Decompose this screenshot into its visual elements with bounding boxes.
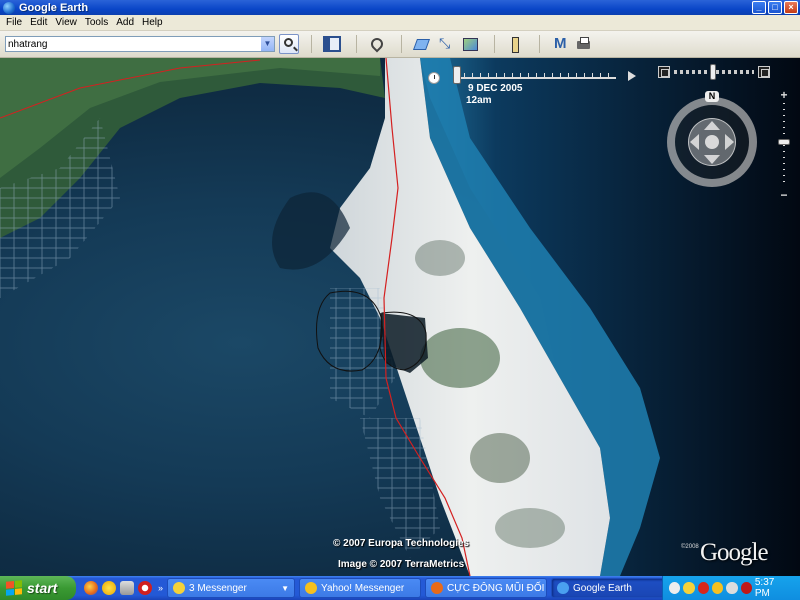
taskbar-item-messenger-group[interactable]: 3 Messenger ▼	[167, 578, 296, 598]
map-viewport[interactable]: 9 DEC 2005 12am N + − © 2007 Europa Tech…	[0, 58, 800, 576]
antivirus-icon[interactable]	[740, 582, 752, 594]
search-icon	[284, 38, 293, 47]
toolbar: ▼	[0, 31, 800, 58]
toolbar-separator	[539, 35, 540, 53]
minimize-button[interactable]: _	[752, 1, 766, 14]
placemark-icon[interactable]	[368, 36, 386, 52]
security-icon[interactable]	[697, 582, 709, 594]
time-hour: 12am	[466, 95, 492, 106]
zoom-track	[783, 103, 785, 187]
close-button[interactable]: ×	[784, 1, 798, 14]
messenger-icon[interactable]	[102, 581, 116, 595]
yahoo-smiley-icon	[305, 582, 318, 594]
overlay-opacity-slider[interactable]	[658, 64, 770, 80]
time-date: 9 DEC 2005	[468, 83, 523, 94]
task-label: Google Earth	[573, 582, 632, 594]
opera-icon[interactable]	[138, 581, 152, 595]
arrow-right-icon[interactable]	[725, 134, 734, 150]
zoom-in-button[interactable]: +	[778, 89, 790, 101]
network-icon[interactable]	[669, 582, 681, 594]
menu-edit[interactable]: Edit	[26, 17, 51, 28]
sidebar-icon[interactable]	[323, 36, 341, 52]
window-title: Google Earth	[19, 1, 89, 14]
volume-icon[interactable]	[726, 582, 738, 594]
menu-file[interactable]: File	[2, 17, 26, 28]
system-tray: 5:37 PM	[662, 576, 800, 600]
arrow-down-icon[interactable]	[704, 155, 720, 164]
chevron-down-icon: ▼	[281, 583, 290, 593]
window-controls: _ □ ×	[752, 1, 798, 14]
yahoo-tray-icon[interactable]	[711, 582, 724, 594]
start-label: start	[27, 580, 58, 596]
quick-launch: »	[84, 581, 163, 595]
small-square-icon[interactable]	[658, 66, 670, 78]
opacity-handle[interactable]	[710, 64, 716, 80]
chevron-icon[interactable]: »	[158, 583, 163, 593]
taskbar-item-google-earth[interactable]: Google Earth	[551, 578, 674, 598]
windows-flag-icon	[6, 580, 22, 596]
task-label: CỰC ĐÔNG MŨI ĐỐI ...	[447, 582, 548, 594]
task-label: 3 Messenger	[189, 582, 247, 594]
zoom-handle[interactable]	[778, 139, 790, 145]
search-button[interactable]	[279, 34, 299, 54]
ruler-icon[interactable]	[506, 36, 524, 53]
google-logo: Google	[700, 539, 769, 566]
map-credit-terrametrics: Image © 2007 TerraMetrics	[338, 559, 465, 570]
large-square-icon[interactable]	[758, 66, 770, 78]
time-slider-handle[interactable]	[453, 66, 461, 84]
taskbar-item-yahoo-messenger[interactable]: Yahoo! Messenger	[299, 578, 422, 598]
search-history-dropdown[interactable]: ▼	[261, 37, 274, 51]
time-slider-track	[456, 77, 616, 79]
toolbar-separator	[401, 35, 402, 53]
clock-icon[interactable]	[428, 72, 440, 84]
image-overlay-icon[interactable]	[461, 36, 479, 52]
menu-add[interactable]: Add	[112, 17, 138, 28]
firefox-icon[interactable]	[84, 581, 98, 595]
clock: 5:37 PM	[754, 577, 775, 599]
toolbar-separator	[356, 35, 357, 53]
print-icon[interactable]	[575, 36, 593, 52]
menu-help[interactable]: Help	[138, 17, 167, 28]
north-button[interactable]: N	[705, 91, 719, 102]
start-button[interactable]: start	[0, 576, 76, 600]
time-slider[interactable]: 9 DEC 2005 12am	[428, 64, 640, 106]
zoom-out-button[interactable]: −	[778, 189, 790, 201]
path-icon[interactable]	[437, 35, 455, 52]
navigation-control[interactable]: N	[667, 91, 763, 187]
taskbar-item-firefox-page[interactable]: CỰC ĐÔNG MŨI ĐỐI ...	[425, 578, 548, 598]
toolbar-separator	[494, 35, 495, 53]
zoom-slider[interactable]: + −	[778, 89, 790, 201]
maximize-button[interactable]: □	[768, 1, 782, 14]
logo-copyright: ©2008	[681, 544, 699, 550]
google-earth-icon	[3, 1, 15, 14]
firefox-icon	[431, 582, 444, 594]
toolbar-separator	[311, 35, 312, 53]
email-icon[interactable]	[551, 35, 569, 52]
joystick-center-icon[interactable]	[705, 135, 719, 149]
menu-tools[interactable]: Tools	[81, 17, 112, 28]
menu-view[interactable]: View	[51, 17, 81, 28]
title-bar: Google Earth _ □ ×	[0, 0, 800, 15]
arrow-left-icon[interactable]	[690, 134, 699, 150]
play-icon[interactable]	[628, 71, 636, 81]
polygon-icon[interactable]	[413, 36, 431, 52]
search-input[interactable]	[6, 37, 261, 51]
messenger-tray-icon[interactable]	[683, 582, 695, 594]
messenger-icon	[173, 582, 186, 594]
task-label: Yahoo! Messenger	[321, 582, 405, 594]
map-credit-europa: © 2007 Europa Technologies	[333, 538, 470, 549]
google-earth-icon	[557, 582, 570, 594]
search-box: ▼	[5, 36, 275, 52]
show-desktop-icon[interactable]	[120, 581, 134, 595]
menu-bar: File Edit View Tools Add Help	[0, 15, 800, 31]
taskbar: start » 3 Messenger ▼ Yahoo! Messenger C…	[0, 576, 800, 600]
arrow-up-icon[interactable]	[704, 121, 720, 130]
